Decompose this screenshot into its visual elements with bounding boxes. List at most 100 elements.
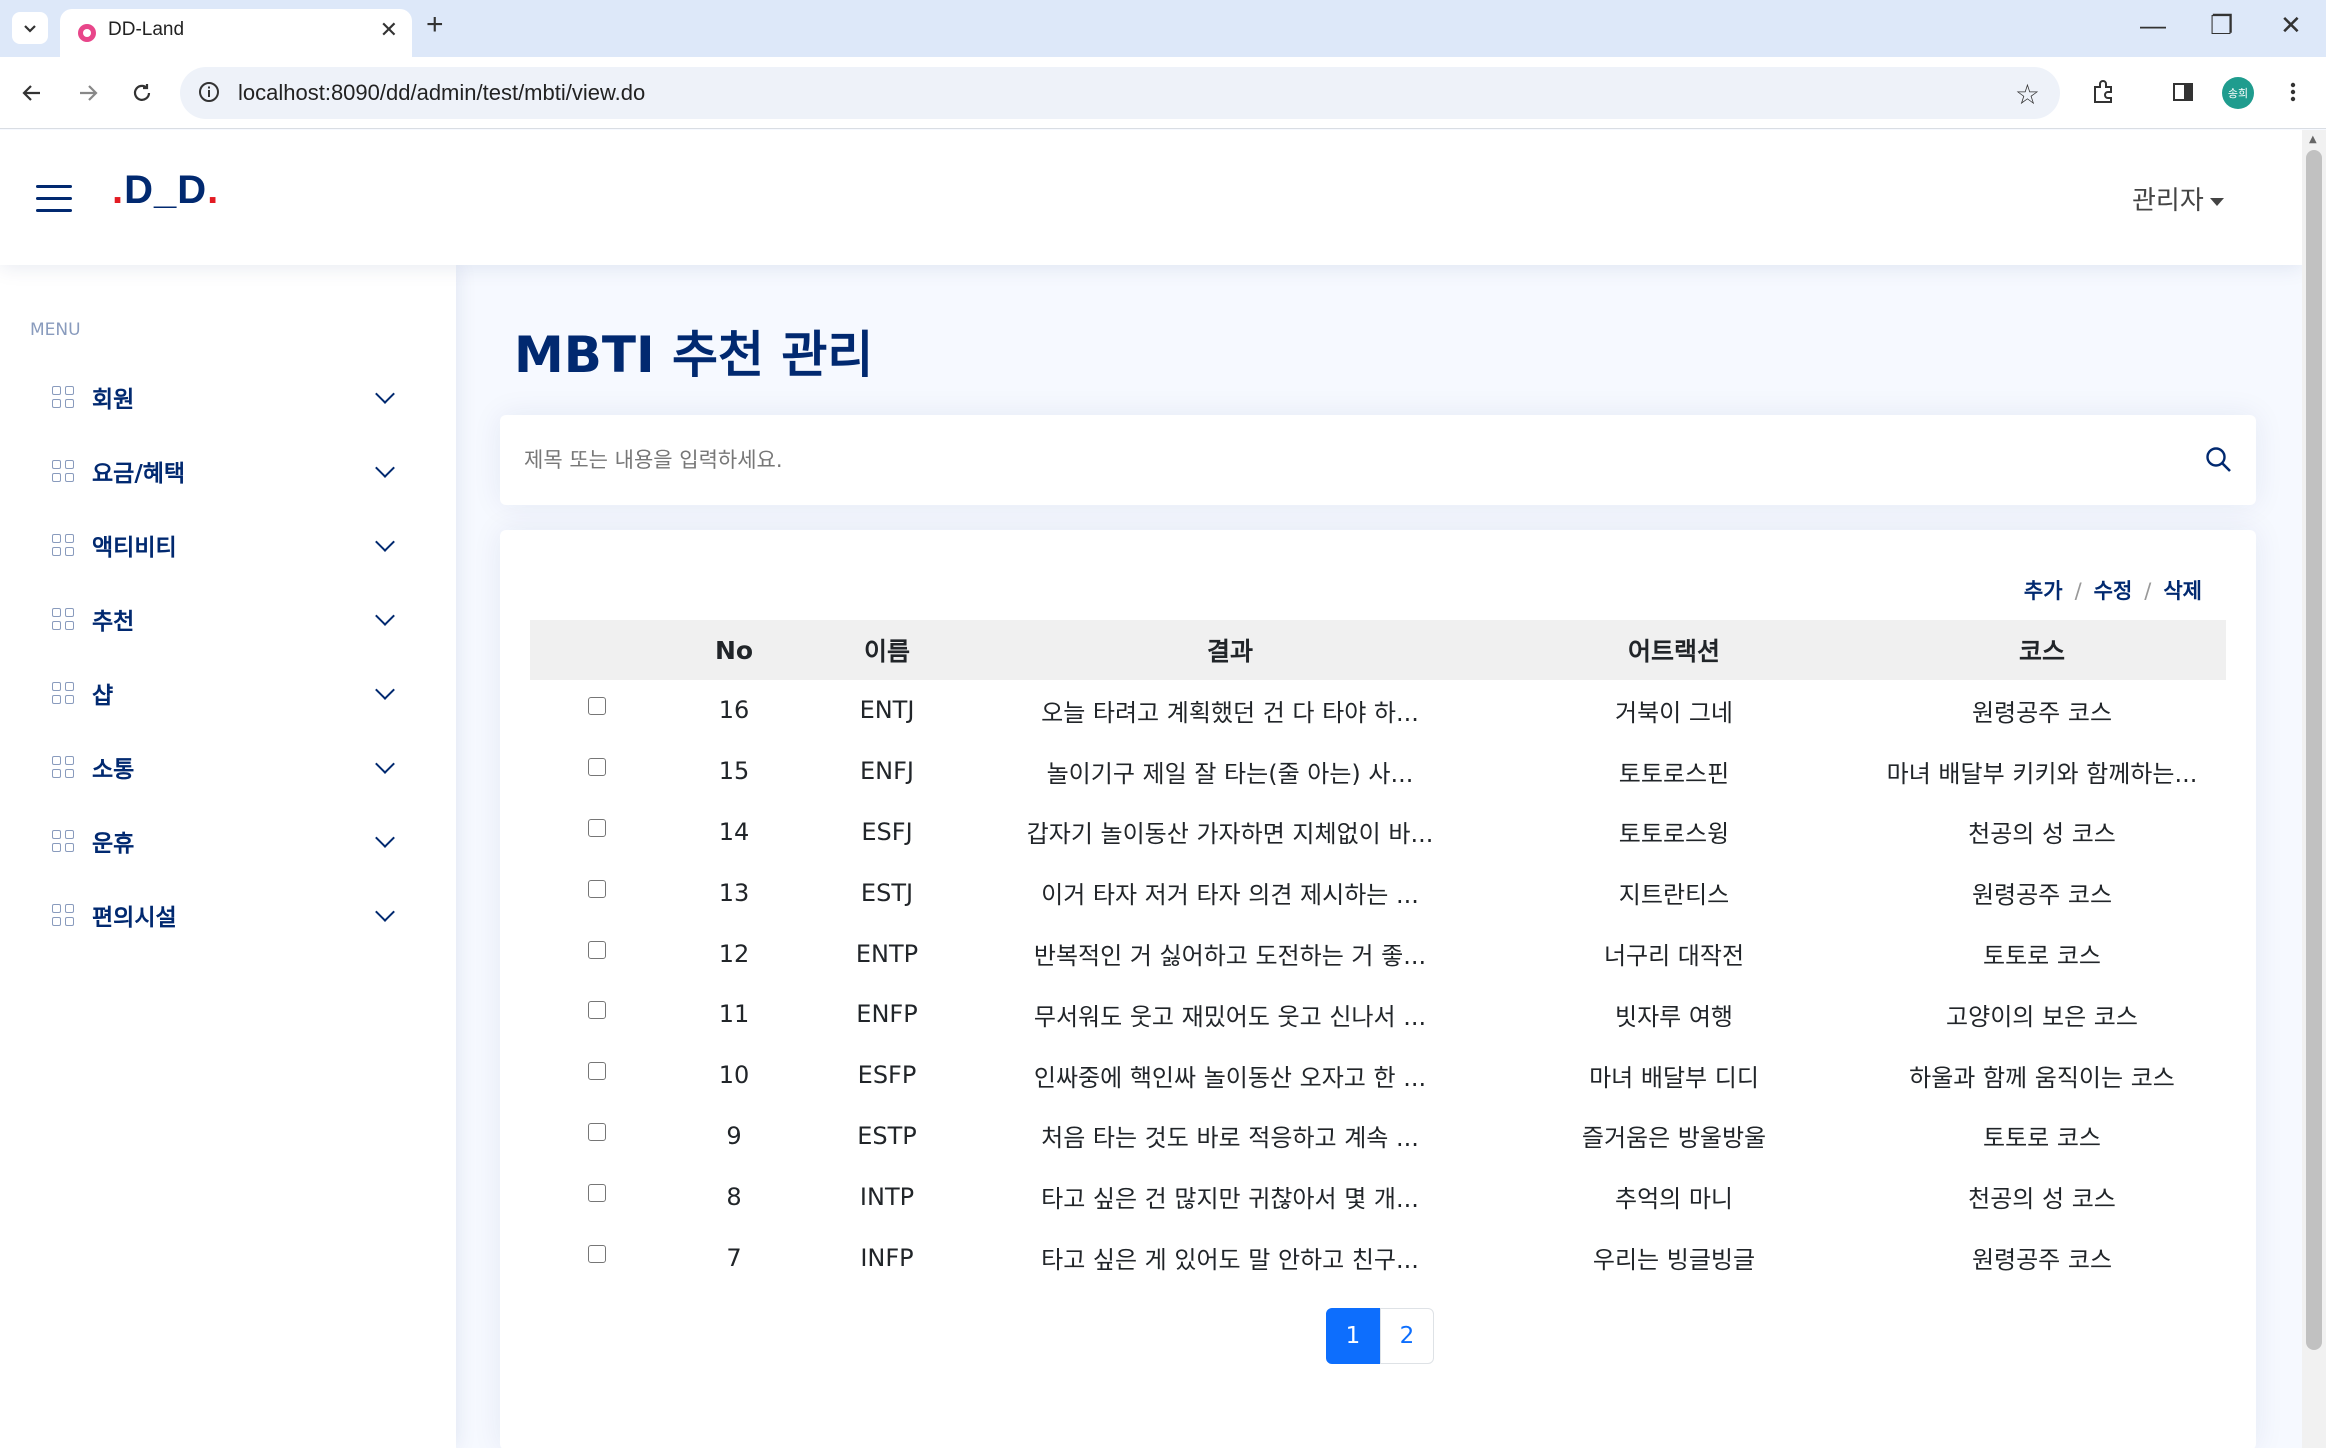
cell-course: 하울과 함께 움직이는 코스 bbox=[1909, 1063, 2175, 1092]
column-header-result: 결과 bbox=[1206, 637, 1253, 666]
column-header-course: 코스 bbox=[2018, 637, 2065, 666]
row-checkbox[interactable] bbox=[588, 1122, 606, 1141]
cell-name: ENTJ bbox=[859, 696, 915, 725]
window-close-icon[interactable]: ✕ bbox=[2280, 10, 2302, 41]
hamburger-menu-icon[interactable] bbox=[36, 185, 72, 213]
restore-icon[interactable]: ❐ bbox=[2210, 10, 2233, 41]
column-header-no: No bbox=[714, 635, 754, 665]
cell-name: ENFP bbox=[856, 1000, 918, 1029]
site-info-icon[interactable] bbox=[198, 81, 220, 103]
row-checkbox[interactable] bbox=[588, 1062, 606, 1081]
sidebar-item-facilities[interactable]: 편의시설 bbox=[52, 890, 404, 940]
pagination: 1 2 bbox=[1326, 1308, 1434, 1364]
sidebar-item-recommend[interactable]: 추천 bbox=[52, 594, 404, 644]
cell-no: 12 bbox=[718, 939, 750, 968]
chevron-down-icon bbox=[375, 532, 395, 552]
tab-title: DD-Land bbox=[108, 19, 185, 40]
row-checkbox[interactable] bbox=[588, 1244, 606, 1263]
favicon-icon bbox=[78, 24, 96, 42]
cell-attraction: 즐거움은 방울방울 bbox=[1581, 1124, 1767, 1153]
column-header-attraction: 어트랙션 bbox=[1627, 637, 1720, 666]
table-row[interactable]: 10 ESFP 인싸중에 핵인싸 놀이동산 오자고 한 ... 마녀 배달부 디디 하울… bbox=[530, 1045, 2226, 1106]
address-bar[interactable]: localhost:8090/dd/admin/test/mbti/view.d… bbox=[180, 67, 2060, 119]
cell-result: 오늘 타려고 계획했던 건 다 타야 하... bbox=[1041, 698, 1419, 727]
chevron-down-icon bbox=[375, 902, 395, 922]
extensions-icon[interactable] bbox=[2086, 75, 2120, 109]
cell-course: 천공의 성 코스 bbox=[1968, 820, 2116, 849]
row-checkbox[interactable] bbox=[588, 940, 606, 959]
table-row[interactable]: 13 ESTJ 이거 타자 저거 타자 의견 제시하는 ... 지트란티스 원령공주 코… bbox=[530, 862, 2226, 923]
row-checkbox[interactable] bbox=[588, 818, 606, 837]
forward-icon[interactable] bbox=[72, 77, 104, 109]
browser-tab[interactable]: DD-Land ✕ bbox=[60, 9, 412, 57]
cell-no: 13 bbox=[718, 878, 750, 907]
close-tab-icon[interactable]: ✕ bbox=[380, 17, 398, 43]
minimize-icon[interactable]: — bbox=[2140, 10, 2166, 41]
cell-course: 토토로 코스 bbox=[1982, 942, 2102, 971]
cell-course: 마녀 배달부 키키와 함께하는... bbox=[1886, 759, 2198, 788]
cell-name: ESTP bbox=[857, 1121, 917, 1150]
cell-name: ENTP bbox=[855, 939, 919, 968]
back-icon[interactable] bbox=[16, 77, 48, 109]
cell-result: 인싸중에 핵인싸 놀이동산 오자고 한 ... bbox=[1033, 1063, 1427, 1092]
table-row[interactable]: 7 INFP 타고 싶은 게 있어도 말 안하고 친구... 우리는 빙글빙글 원령공주… bbox=[530, 1227, 2226, 1288]
page-viewport: .D_D. 관리자 MENU 회원 요금/혜택 액티비티 추천 샵 소통 운휴 … bbox=[0, 130, 2302, 1448]
browser-toolbar: localhost:8090/dd/admin/test/mbti/view.d… bbox=[0, 57, 2326, 129]
new-tab-icon[interactable]: + bbox=[426, 8, 444, 42]
profile-avatar[interactable]: 송희 bbox=[2222, 77, 2254, 109]
cell-course: 원령공주 코스 bbox=[1971, 698, 2113, 727]
cell-name: INFP bbox=[860, 1243, 914, 1272]
cell-name: ESTJ bbox=[860, 878, 914, 907]
delete-link[interactable]: 삭제 bbox=[2163, 579, 2202, 603]
search-icon[interactable] bbox=[2204, 445, 2234, 475]
row-checkbox[interactable] bbox=[588, 1183, 606, 1202]
cell-no: 8 bbox=[726, 1182, 742, 1211]
chevron-down-icon bbox=[375, 828, 395, 848]
bookmark-star-icon[interactable]: ☆ bbox=[2015, 78, 2040, 111]
cell-attraction: 마녀 배달부 디디 bbox=[1589, 1063, 1759, 1092]
sidebar-item-fees[interactable]: 요금/혜택 bbox=[52, 446, 404, 496]
row-checkbox[interactable] bbox=[588, 1001, 606, 1020]
row-checkbox[interactable] bbox=[588, 758, 606, 777]
chevron-down-icon bbox=[375, 754, 395, 774]
edit-link[interactable]: 수정 bbox=[2094, 579, 2133, 603]
user-label: 관리자 bbox=[2132, 186, 2204, 216]
table-row[interactable]: 15 ENFJ 놀이기구 제일 잘 타는(줄 아는) 사... 토토로스핀 마녀 배달부… bbox=[530, 741, 2226, 802]
row-checkbox[interactable] bbox=[588, 697, 606, 716]
cell-course: 원령공주 코스 bbox=[1971, 881, 2113, 910]
page-2-button[interactable]: 2 bbox=[1380, 1308, 1434, 1364]
sidebar-item-community[interactable]: 소통 bbox=[52, 742, 404, 792]
scrollbar-thumb[interactable] bbox=[2306, 150, 2322, 1350]
scroll-up-icon[interactable]: ▲ bbox=[2309, 134, 2317, 145]
tab-list-button[interactable] bbox=[12, 12, 48, 44]
page-1-button[interactable]: 1 bbox=[1326, 1308, 1380, 1364]
sidebar-item-member[interactable]: 회원 bbox=[52, 372, 404, 422]
table-row[interactable]: 14 ESFJ 갑자기 놀이동산 가자하면 지체없이 바... 토토로스윙 천공의 성 … bbox=[530, 802, 2226, 863]
add-link[interactable]: 추가 bbox=[2024, 579, 2063, 603]
cell-result: 놀이기구 제일 잘 타는(줄 아는) 사... bbox=[1046, 759, 1414, 788]
table-row[interactable]: 16 ENTJ 오늘 타려고 계획했던 건 다 타야 하... 거북이 그네 원령공주 … bbox=[530, 680, 2226, 741]
cell-no: 9 bbox=[726, 1121, 742, 1150]
page-scrollbar[interactable]: ▲ bbox=[2302, 130, 2326, 1448]
cell-result: 처음 타는 것도 바로 적응하고 계속 ... bbox=[1041, 1124, 1419, 1153]
cell-name: INTP bbox=[859, 1182, 915, 1211]
table-row[interactable]: 8 INTP 타고 싶은 건 많지만 귀찮아서 몇 개... 추억의 마니 천공의 성 … bbox=[530, 1166, 2226, 1227]
mbti-table: No 이름 결과 어트랙션 코스 16 ENTJ 오늘 타려고 계획했던 건 다 타… bbox=[530, 620, 2226, 1288]
table-row[interactable]: 12 ENTP 반복적인 거 싫어하고 도전하는 거 좋... 너구리 대작전 토토로 … bbox=[530, 923, 2226, 984]
side-panel-icon[interactable] bbox=[2166, 75, 2200, 109]
more-menu-icon[interactable] bbox=[2276, 75, 2310, 109]
cell-name: ESFJ bbox=[861, 817, 913, 846]
url-text: localhost:8090/dd/admin/test/mbti/view.d… bbox=[238, 80, 646, 105]
cell-result: 무서워도 웃고 재밌어도 웃고 신나서 ... bbox=[1033, 1002, 1427, 1031]
table-row[interactable]: 9 ESTP 처음 타는 것도 바로 적응하고 계속 ... 즐거움은 방울방울 토토로… bbox=[530, 1106, 2226, 1167]
sidebar-item-activity[interactable]: 액티비티 bbox=[52, 520, 404, 570]
reload-icon[interactable] bbox=[126, 77, 158, 109]
sidebar-item-closure[interactable]: 운휴 bbox=[52, 816, 404, 866]
cell-course: 천공의 성 코스 bbox=[1968, 1185, 2116, 1214]
site-logo[interactable]: .D_D. bbox=[112, 168, 219, 213]
row-checkbox[interactable] bbox=[588, 879, 606, 898]
search-input[interactable] bbox=[522, 437, 2182, 483]
sidebar-item-shop[interactable]: 샵 bbox=[52, 668, 404, 718]
table-row[interactable]: 11 ENFP 무서워도 웃고 재밌어도 웃고 신나서 ... 빗자루 여행 고양이의 … bbox=[530, 984, 2226, 1045]
user-menu-dropdown[interactable]: 관리자 bbox=[2132, 180, 2224, 217]
